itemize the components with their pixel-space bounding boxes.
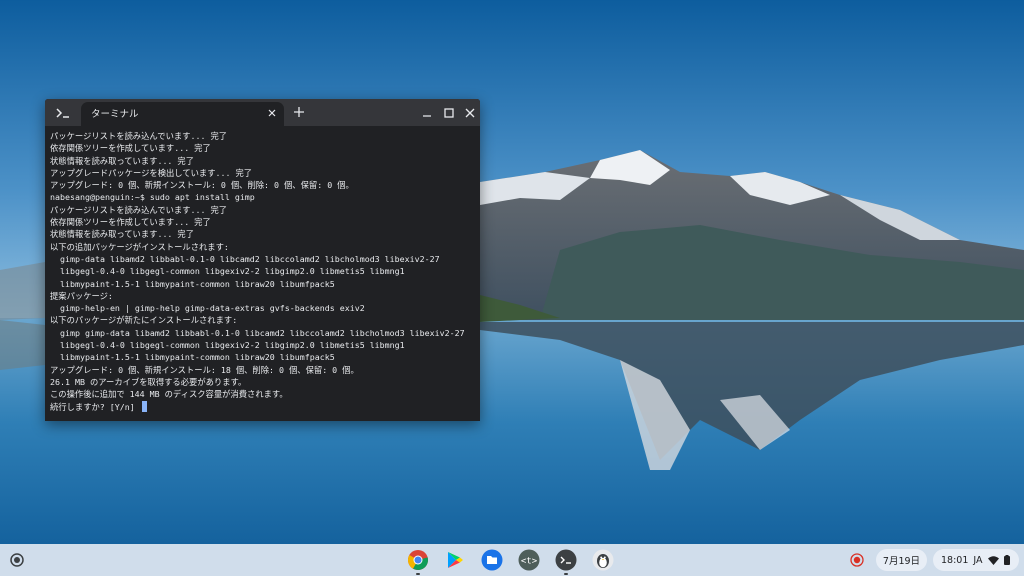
tab-terminal[interactable]: ターミナル bbox=[81, 102, 284, 126]
terminal-line: 状態情報を読み取っています... 完了 bbox=[50, 229, 195, 240]
chrome-icon bbox=[408, 550, 429, 571]
terminal-output[interactable]: パッケージリストを読み込んでいます... 完了 依存関係ツリーを作成しています..… bbox=[45, 126, 480, 421]
shelf-app-play-store[interactable] bbox=[443, 548, 467, 572]
terminal-line: libgegl-0.4-0 libgegl-common libgexiv2-2… bbox=[50, 266, 405, 277]
running-indicator bbox=[416, 573, 420, 575]
shelf-app-terminal[interactable] bbox=[554, 548, 578, 575]
launcher-icon bbox=[10, 553, 24, 567]
calendar-date-button[interactable]: 7月19日 bbox=[876, 549, 927, 571]
minimize-icon bbox=[423, 115, 431, 117]
battery-icon bbox=[1003, 555, 1010, 565]
close-icon bbox=[465, 108, 475, 118]
terminal-line: 依存関係ツリーを作成しています... 完了 bbox=[50, 217, 211, 228]
terminal-window[interactable]: ターミナル パッケージリストを読み込んでいます... 完了 依存関係ツリーを作成… bbox=[45, 99, 480, 421]
shelf-apps: <t> bbox=[406, 548, 615, 575]
terminal-line: libmypaint-1.5-1 libmypaint-common libra… bbox=[50, 278, 335, 289]
running-indicator bbox=[564, 573, 568, 575]
ime-label: JA bbox=[973, 554, 983, 566]
terminal-line: nabesang@penguin:~$ sudo apt install gim… bbox=[50, 192, 255, 203]
maximize-icon bbox=[444, 108, 454, 118]
status-area-button[interactable]: 18:01 JA bbox=[933, 549, 1019, 571]
terminal-line: gimp gimp-data libamd2 libbabl-0.1-0 lib… bbox=[50, 327, 465, 338]
terminal-line: パッケージリストを読み込んでいます... 完了 bbox=[50, 204, 228, 215]
maximize-button[interactable] bbox=[440, 104, 458, 122]
terminal-line: 提案パッケージ: bbox=[50, 290, 113, 301]
terminal-line: 以下のパッケージが新たにインストールされます: bbox=[50, 315, 238, 326]
terminal-line: gimp-data libamd2 libbabl-0.1-0 libcamd2… bbox=[50, 253, 440, 264]
shelf-app-linux[interactable] bbox=[591, 548, 615, 572]
launcher-button[interactable] bbox=[8, 551, 26, 569]
terminal-line: この操作後に追加で 144 MB のディスク容量が消費されます。 bbox=[50, 389, 288, 400]
time-label: 18:01 bbox=[941, 554, 969, 566]
terminal-line: 依存関係ツリーを作成しています... 完了 bbox=[50, 143, 211, 154]
svg-text:<t>: <t> bbox=[521, 557, 538, 567]
files-icon bbox=[481, 549, 503, 571]
text-cursor bbox=[141, 400, 147, 412]
penguin-icon bbox=[592, 549, 614, 571]
screen-capture-button[interactable] bbox=[846, 550, 868, 570]
wifi-icon bbox=[987, 555, 999, 565]
terminal-line: パッケージリストを読み込んでいます... 完了 bbox=[50, 131, 228, 141]
new-tab-button[interactable] bbox=[290, 103, 308, 121]
shelf-app-text[interactable]: <t> bbox=[517, 548, 541, 572]
tab-label: ターミナル bbox=[91, 109, 139, 120]
play-store-icon bbox=[448, 552, 463, 568]
terminal-prompt-line: 続行しますか? [Y/n] bbox=[50, 400, 480, 413]
minimize-button[interactable] bbox=[418, 104, 436, 122]
terminal-line: 状態情報を読み取っています... 完了 bbox=[50, 155, 195, 166]
terminal-line: アップグレード: 0 個、新規インストール: 0 個、削除: 0 個、保留: 0… bbox=[50, 180, 354, 191]
date-label: 7月19日 bbox=[882, 556, 921, 567]
terminal-icon bbox=[555, 549, 577, 571]
shelf-app-chrome[interactable] bbox=[406, 548, 430, 575]
shelf-app-files[interactable] bbox=[480, 548, 504, 572]
close-tab-icon[interactable] bbox=[264, 105, 280, 121]
terminal-line: 26.1 MB のアーカイブを取得する必要があります。 bbox=[50, 376, 247, 387]
text-app-icon: <t> bbox=[518, 549, 540, 571]
close-window-button[interactable] bbox=[461, 104, 479, 122]
terminal-line: アップグレードパッケージを検出しています... 完了 bbox=[50, 167, 253, 178]
terminal-app-icon bbox=[45, 99, 81, 126]
record-icon bbox=[850, 553, 864, 567]
shelf: <t> 7月19日 18:01 JA bbox=[0, 544, 1024, 576]
terminal-line: libmypaint-1.5-1 libmypaint-common libra… bbox=[50, 352, 335, 363]
terminal-titlebar[interactable]: ターミナル bbox=[45, 99, 480, 126]
terminal-prompt: 続行しますか? [Y/n] bbox=[50, 401, 140, 412]
terminal-line: libgegl-0.4-0 libgegl-common libgexiv2-2… bbox=[50, 340, 405, 351]
terminal-line: 以下の追加パッケージがインストールされます: bbox=[50, 241, 229, 252]
terminal-line: アップグレード: 0 個、新規インストール: 18 個、削除: 0 個、保留: … bbox=[50, 364, 359, 375]
terminal-line: gimp-help-en | gimp-help gimp-data-extra… bbox=[50, 303, 365, 314]
